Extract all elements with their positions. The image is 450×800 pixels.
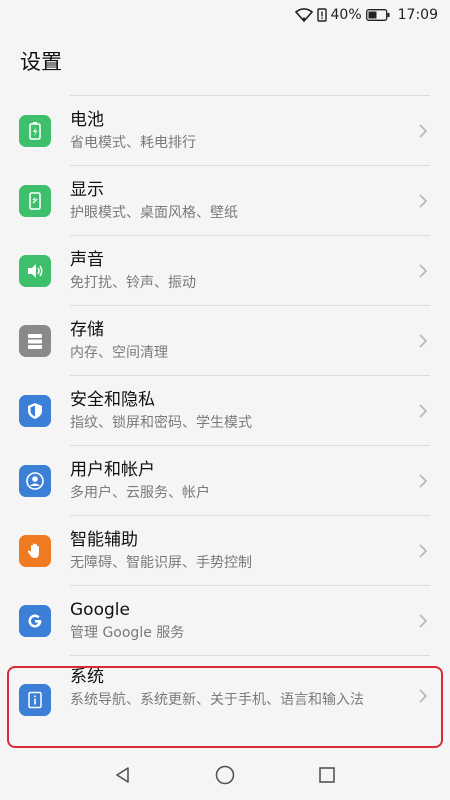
chevron-right-icon	[416, 471, 430, 491]
settings-item-title: 显示	[70, 180, 104, 200]
settings-item-title: 用户和帐户	[70, 460, 155, 480]
display-icon	[19, 185, 51, 217]
speaker-icon	[19, 255, 51, 287]
chevron-right-icon	[416, 611, 430, 631]
settings-item-google[interactable]: Google 管理 Google 服务	[0, 586, 450, 656]
settings-item-sound[interactable]: 声音 免打扰、铃声、振动	[0, 236, 450, 306]
settings-item-title: 存储	[70, 320, 104, 340]
back-icon[interactable]	[111, 763, 135, 787]
page-title: 设置	[20, 50, 62, 74]
settings-item-subtitle: 管理 Google 服务	[70, 625, 185, 641]
chevron-right-icon	[416, 191, 430, 211]
chevron-right-icon	[416, 686, 430, 706]
settings-item-display[interactable]: 显示 护眼模式、桌面风格、壁纸	[0, 166, 450, 236]
chevron-right-icon	[416, 121, 430, 141]
settings-item-subtitle: 内存、空间清理	[70, 345, 168, 361]
navigation-bar	[0, 750, 450, 800]
settings-item-title: 系统	[70, 667, 104, 687]
shield-icon	[19, 395, 51, 427]
info-icon	[19, 684, 51, 716]
settings-item-subtitle: 无障碍、智能识屏、手势控制	[70, 555, 252, 571]
settings-item-subtitle: 省电模式、耗电排行	[70, 135, 196, 151]
chevron-right-icon	[416, 261, 430, 281]
settings-item-title: 智能辅助	[70, 530, 138, 550]
storage-icon	[19, 325, 51, 357]
recents-icon[interactable]	[315, 763, 339, 787]
user-icon	[19, 465, 51, 497]
settings-item-subtitle: 免打扰、铃声、振动	[70, 275, 196, 291]
home-icon[interactable]	[213, 763, 237, 787]
chevron-right-icon	[416, 401, 430, 421]
settings-item-storage[interactable]: 存储 内存、空间清理	[0, 306, 450, 376]
chevron-right-icon	[416, 331, 430, 351]
settings-item-smart-assist[interactable]: 智能辅助 无障碍、智能识屏、手势控制	[0, 516, 450, 586]
google-icon	[19, 605, 51, 637]
settings-item-battery[interactable]: 电池 省电模式、耗电排行	[0, 96, 450, 166]
settings-item-security[interactable]: 安全和隐私 指纹、锁屏和密码、学生模式	[0, 376, 450, 446]
hand-icon	[19, 535, 51, 567]
battery-icon	[19, 115, 51, 147]
settings-item-subtitle: 护眼模式、桌面风格、壁纸	[70, 205, 238, 221]
settings-item-title: Google	[70, 600, 130, 620]
wifi-icon	[294, 8, 313, 22]
settings-item-title: 安全和隐私	[70, 390, 155, 410]
clock: 17:09	[397, 7, 438, 23]
settings-item-title: 声音	[70, 250, 104, 270]
settings-item-accounts[interactable]: 用户和帐户 多用户、云服务、帐户	[0, 446, 450, 516]
status-bar: 40% 17:09	[0, 0, 450, 30]
settings-item-subtitle: 多用户、云服务、帐户	[70, 485, 210, 501]
battery-icon	[365, 9, 390, 21]
settings-list: 电池 省电模式、耗电排行 显示 护眼模式、桌面风格、壁纸 声音 免打扰、铃声、振…	[0, 96, 450, 738]
battery-percent: 40%	[330, 7, 362, 23]
settings-item-subtitle: 系统导航、系统更新、关于手机、语言和输入法	[70, 692, 364, 708]
sim-alert-icon	[316, 8, 327, 22]
settings-item-system[interactable]: 系统 系统导航、系统更新、关于手机、语言和输入法	[0, 656, 450, 738]
settings-item-title: 电池	[70, 110, 104, 130]
settings-item-subtitle: 指纹、锁屏和密码、学生模式	[70, 415, 252, 431]
chevron-right-icon	[416, 541, 430, 561]
